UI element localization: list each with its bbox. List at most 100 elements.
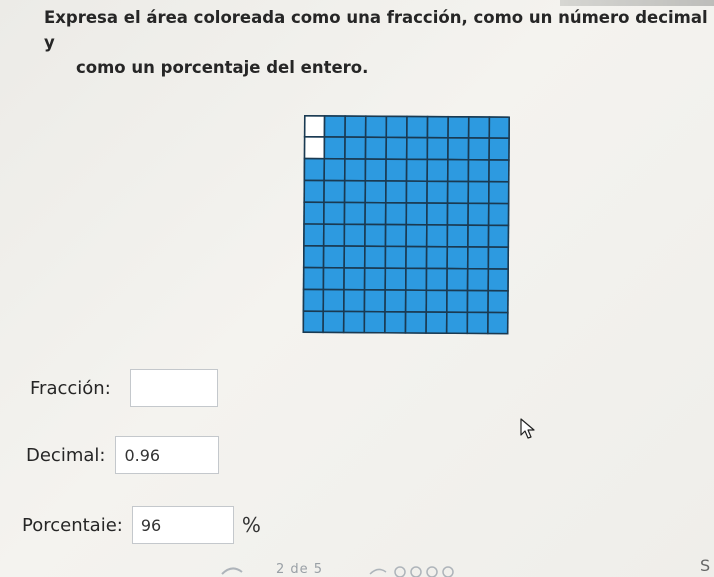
- grid-cell-shaded: [426, 180, 449, 205]
- grid-cell-shaded: [322, 310, 345, 335]
- grid-cell-shaded: [343, 158, 367, 182]
- percent-input[interactable]: [131, 506, 234, 544]
- grid-cell-shaded: [467, 158, 490, 183]
- grid-cell-shaded: [344, 136, 367, 160]
- grid-cell-shaded: [385, 115, 408, 139]
- grid-cell-shaded: [322, 223, 346, 247]
- grid-cell-shaded: [425, 224, 449, 248]
- question-pager: 2 de 5: [276, 562, 324, 577]
- hundred-grid: [302, 115, 510, 335]
- grid-cell-shaded: [426, 136, 449, 161]
- grid-cell-shaded: [302, 310, 325, 334]
- percent-label: Porcentaie:: [22, 514, 123, 536]
- grid-cell-shaded: [405, 158, 429, 183]
- grid-cell-shaded: [384, 223, 408, 248]
- grid-cell-shaded: [467, 202, 490, 227]
- grid-cell-shaded: [406, 115, 429, 139]
- grid-cell-shaded: [425, 311, 448, 335]
- grid-cell-shaded: [384, 267, 407, 291]
- grid-cell-shaded: [446, 180, 470, 205]
- question-prompt: Expresa el área coloreada como una fracc…: [44, 5, 714, 80]
- grid-cell-shaded: [426, 115, 450, 139]
- grid-cell-empty: [302, 135, 326, 160]
- grid-cell-shaded: [446, 202, 469, 226]
- decimal-input[interactable]: [115, 436, 220, 474]
- progress-dots-icon: [221, 566, 454, 577]
- grid-cell-shaded: [343, 267, 366, 291]
- grid-cell-shaded: [488, 159, 510, 183]
- grid-cell-shaded: [425, 245, 449, 270]
- fraction-row: Fracción:: [30, 369, 218, 407]
- grid-cell-shaded: [302, 157, 326, 182]
- grid-cell-shaded: [466, 246, 490, 270]
- grid-cell-shaded: [487, 268, 510, 292]
- grid-cell-shaded: [322, 266, 345, 291]
- grid-cell-empty: [303, 115, 326, 138]
- grid-cell-shaded: [466, 311, 489, 335]
- grid-cell-shaded: [425, 267, 448, 292]
- grid-cell-shaded: [302, 201, 325, 225]
- grid-cell-shaded: [384, 310, 407, 335]
- grid-cell-shaded: [487, 289, 510, 314]
- grid-cell-shaded: [405, 180, 428, 204]
- grid-cell-shaded: [364, 136, 388, 160]
- grid-cell-shaded: [487, 224, 510, 249]
- decimal-label: Decimal:: [26, 444, 106, 466]
- grid-cell-shaded: [405, 223, 428, 248]
- grid-cell-shaded: [488, 137, 510, 161]
- grid-cell-shaded: [384, 201, 408, 226]
- grid-cell-shaded: [323, 179, 346, 204]
- grid-cell-shaded: [447, 115, 470, 139]
- grid-cell-shaded: [322, 245, 346, 269]
- percent-sign: %: [241, 513, 261, 537]
- grid-cell-shaded: [364, 180, 387, 204]
- grid-cell-shaded: [487, 180, 510, 205]
- grid-cell-shaded: [323, 136, 346, 160]
- grid-cell-shaded: [302, 288, 325, 313]
- grid-cell-shaded: [384, 245, 407, 270]
- grid-cell-shaded: [343, 245, 366, 269]
- grid-cell-shaded: [467, 224, 490, 248]
- fraction-input[interactable]: [129, 369, 218, 407]
- grid-cell-shaded: [363, 245, 387, 269]
- hundred-grid-svg: [302, 115, 510, 335]
- grid-cell-shaded: [446, 245, 469, 270]
- question-line-2: como un porcentaje del entero.: [76, 58, 369, 77]
- grid-cell-shaded: [487, 202, 510, 227]
- grid-cell-shaded: [385, 136, 408, 161]
- grid-cell-shaded: [466, 289, 489, 314]
- grid-cell-shaded: [322, 288, 345, 313]
- grid-cell-shaded: [302, 244, 325, 269]
- grid-cell-shaded: [343, 288, 366, 313]
- grid-cell-shaded: [426, 158, 449, 183]
- percent-row: Porcentaie: %: [22, 506, 261, 544]
- grid-cell-shaded: [405, 245, 428, 270]
- grid-cell-shaded: [446, 158, 470, 183]
- grid-cell-shaded: [323, 157, 346, 182]
- grid-cell-shaded: [364, 115, 388, 139]
- mouse-pointer-icon: [520, 418, 535, 439]
- grid-cell-shaded: [467, 137, 491, 161]
- grid-cell-shaded: [384, 180, 408, 204]
- grid-cell-shaded: [363, 289, 386, 313]
- grid-cell-shaded: [404, 267, 428, 292]
- grid-cell-shaded: [488, 115, 510, 140]
- corner-button-label[interactable]: S: [700, 556, 710, 575]
- grid-cell-shaded: [363, 267, 387, 291]
- grid-cell-shaded: [343, 223, 366, 248]
- grid-cell-shaded: [302, 223, 325, 247]
- grid-cell-shaded: [323, 115, 347, 138]
- grid-cell-shaded: [446, 267, 469, 292]
- grid-cell-shaded: [467, 180, 490, 205]
- grid-cell-shaded: [302, 266, 325, 291]
- grid-cell-shaded: [364, 223, 387, 248]
- grid-cell-shaded: [404, 311, 428, 335]
- grid-cell-shaded: [447, 137, 470, 161]
- grid-cell-shaded: [363, 310, 386, 335]
- grid-cell-shaded: [426, 202, 449, 226]
- grid-cell-shaded: [323, 201, 346, 226]
- grid-cell-shaded: [487, 246, 510, 270]
- grid-cell-shaded: [342, 310, 366, 335]
- grid-cell-shaded: [344, 115, 367, 139]
- grid-cell-shaded: [446, 289, 469, 314]
